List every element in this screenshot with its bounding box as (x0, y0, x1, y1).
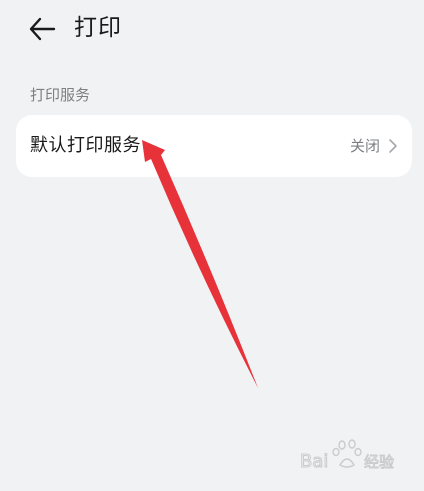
default-print-service-label: 默认打印服务 (30, 135, 141, 156)
default-print-service-status: 关闭 (349, 137, 380, 155)
page-title: 打印 (74, 15, 122, 41)
svg-text:经验: 经验 (364, 453, 394, 471)
top-app-bar: 打印 (0, 0, 424, 58)
chevron-right-icon (388, 138, 398, 154)
section-header-print-services: 打印服务 (30, 86, 91, 104)
back-button[interactable] (28, 16, 56, 42)
svg-text:Bai: Bai (300, 451, 328, 472)
baidu-jingyan-watermark: Bai 经验 (300, 437, 400, 473)
default-print-service-item[interactable]: 默认打印服务 关闭 (16, 115, 412, 177)
arrow-left-icon (29, 17, 56, 41)
annotation-arrow (142, 140, 258, 388)
